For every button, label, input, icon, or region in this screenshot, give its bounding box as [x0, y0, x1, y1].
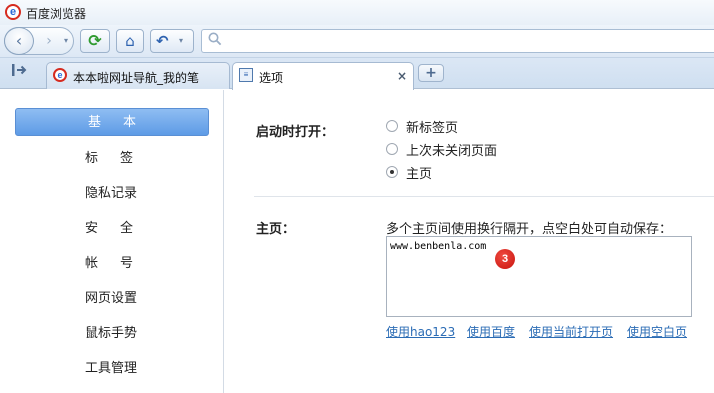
history-dropdown-button[interactable]: ▾	[60, 28, 72, 54]
sidebar-item-label: 基本	[87, 115, 158, 130]
sidebar-item-tabs[interactable]: 标签	[15, 145, 209, 173]
sidebar-item-mouse-gestures[interactable]: 鼠标手势	[15, 320, 209, 348]
radio-label: 主页	[406, 167, 433, 182]
radio-button[interactable]	[386, 143, 398, 155]
options-page-icon: ≡	[239, 68, 253, 82]
sidebar-item-label: 工具管理	[85, 361, 138, 376]
use-hao123-link[interactable]: 使用hao123	[386, 323, 455, 340]
homepage-hint: 多个主页间使用换行隔开，点空白处可自动保存：	[386, 222, 673, 237]
close-tab-button[interactable]: ×	[397, 68, 407, 84]
step-number-badge: 3	[495, 249, 515, 269]
forward-arrow-icon: ›	[46, 33, 52, 49]
chevron-down-icon: ▾	[63, 36, 68, 45]
sidebar-item-privacy[interactable]: 隐私记录	[15, 180, 209, 208]
tab-benbenla[interactable]: e 本本啦网址导航_我的笔	[46, 62, 230, 89]
sidebar-toggle-button[interactable]	[8, 63, 32, 83]
sidebar-item-label: 隐私记录	[85, 186, 138, 201]
sidebar-item-label: 安全	[85, 221, 156, 236]
nav-button-group: ‹ › ▾	[4, 27, 74, 55]
toolbar: ‹ › ▾ ⟳ ⌂ ↶ ▾	[0, 25, 714, 58]
tab-label: 本本啦网址导航_我的笔	[73, 71, 200, 85]
tab-options[interactable]: ≡ 选项 ×	[232, 62, 414, 90]
use-current-page-link[interactable]: 使用当前打开页	[529, 323, 613, 340]
forward-button[interactable]: ›	[41, 28, 57, 54]
sidebar-item-web-settings[interactable]: 网页设置	[15, 285, 209, 313]
settings-sidebar: 基本 标签 隐私记录 安全 帐号 网页设置 鼠标手势 工具管理	[0, 90, 224, 393]
sidebar-item-account[interactable]: 帐号	[15, 250, 209, 278]
tab-bar: e 本本啦网址导航_我的笔 ≡ 选项 × +	[0, 58, 714, 90]
browser-logo-icon: e	[5, 4, 21, 20]
plus-icon: +	[425, 65, 437, 81]
chevron-down-icon: ▾	[179, 36, 184, 45]
new-tab-button[interactable]: +	[418, 64, 444, 82]
sidebar-item-security[interactable]: 安全	[15, 215, 209, 243]
sidebar-item-label: 网页设置	[85, 291, 138, 306]
homepage-value: www.benbenla.com	[390, 241, 487, 252]
refresh-button[interactable]: ⟳	[80, 29, 110, 53]
sidebar-item-basic[interactable]: 基本	[15, 108, 209, 136]
title-bar: e 百度浏览器	[0, 0, 714, 25]
use-baidu-link[interactable]: 使用百度	[467, 323, 515, 340]
radio-button[interactable]	[386, 120, 398, 132]
window-title: 百度浏览器	[26, 7, 87, 21]
back-button[interactable]: ‹	[4, 27, 34, 55]
undo-close-tab-button[interactable]: ↶ ▾	[150, 29, 194, 53]
search-icon	[208, 32, 222, 52]
use-blank-page-link[interactable]: 使用空白页	[627, 323, 687, 340]
radio-label: 新标签页	[406, 121, 459, 136]
back-arrow-icon: ‹	[15, 31, 23, 50]
radio-button-selected[interactable]	[386, 166, 398, 178]
section-divider	[254, 196, 714, 197]
undo-icon: ↶	[156, 32, 169, 50]
homepage-textarea[interactable]: www.benbenla.com	[386, 236, 692, 317]
sidebar-toggle-icon	[12, 64, 27, 76]
tab-favicon-icon: e	[53, 68, 67, 82]
home-icon: ⌂	[125, 32, 135, 50]
address-bar[interactable]	[201, 29, 714, 53]
homepage-label: 主页：	[256, 222, 296, 237]
radio-label: 上次未关闭页面	[406, 144, 498, 159]
startup-label: 启动时打开：	[256, 125, 335, 140]
refresh-icon: ⟳	[88, 31, 102, 50]
sidebar-item-label: 标签	[85, 151, 156, 166]
home-button[interactable]: ⌂	[116, 29, 144, 53]
sidebar-item-label: 鼠标手势	[85, 326, 138, 341]
sidebar-item-label: 帐号	[85, 256, 156, 271]
sidebar-item-tool-management[interactable]: 工具管理	[15, 355, 209, 383]
tab-label: 选项	[259, 71, 284, 85]
